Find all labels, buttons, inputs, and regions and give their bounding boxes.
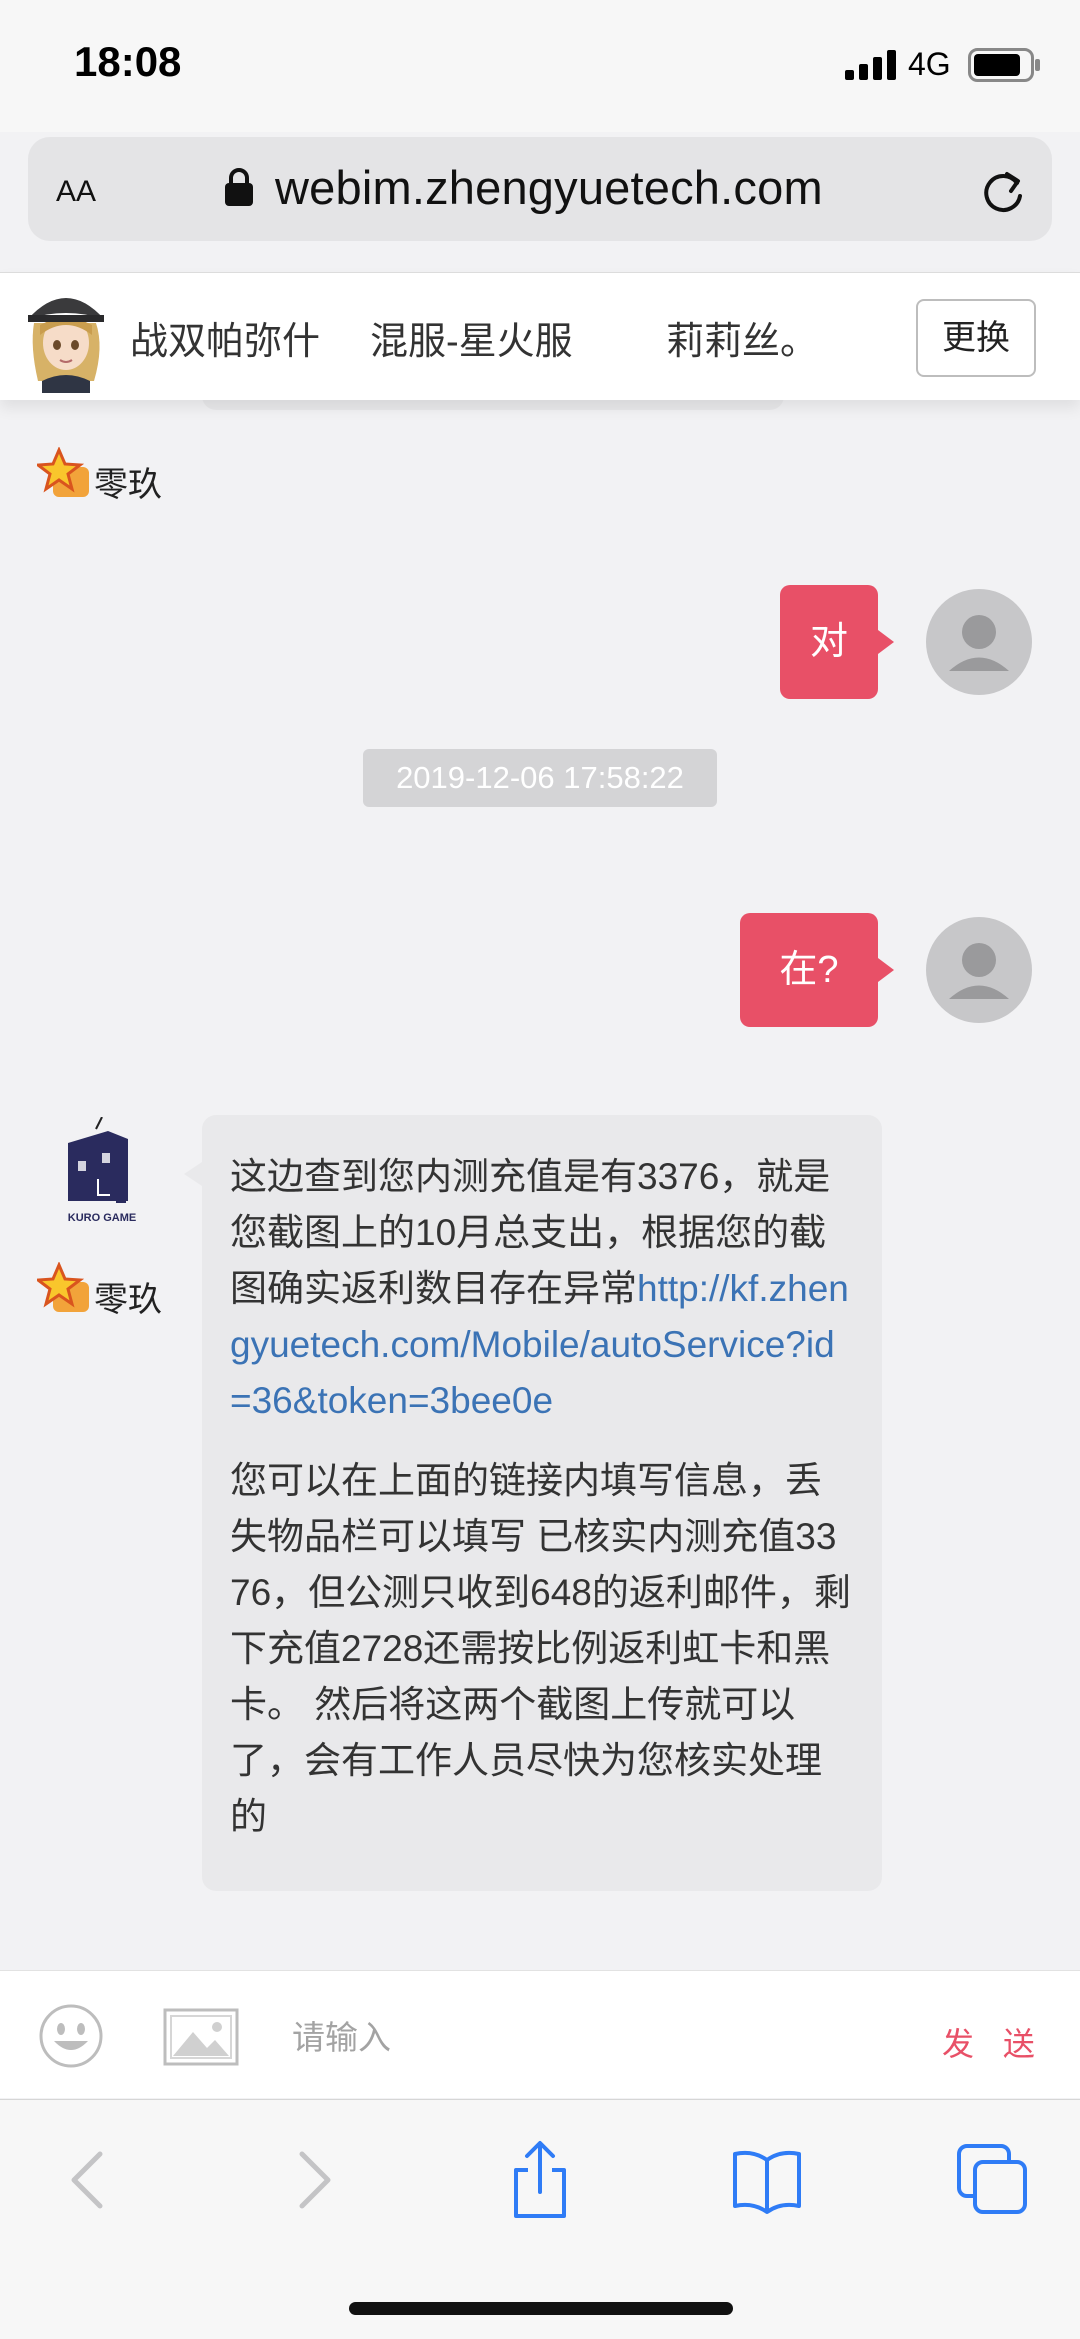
message-input[interactable] bbox=[292, 2010, 852, 2066]
user-avatar bbox=[926, 589, 1032, 695]
bubble-tail bbox=[878, 958, 894, 982]
network-label: 4G bbox=[908, 46, 951, 82]
change-button[interactable]: 更换 bbox=[916, 299, 1036, 377]
bubble-tail bbox=[184, 1162, 202, 1186]
battery-icon bbox=[968, 48, 1042, 87]
user-message-bubble: 在? bbox=[740, 913, 878, 1027]
agent-name: 零玖 bbox=[94, 1281, 162, 1319]
forward-icon[interactable] bbox=[272, 2140, 352, 2220]
send-button[interactable]: 发 送 bbox=[942, 2019, 1045, 2065]
text-size-button[interactable]: AA bbox=[56, 166, 96, 211]
emoji-icon[interactable] bbox=[38, 2003, 104, 2074]
message-timestamp: 2019-12-06 17:58:22 bbox=[363, 749, 717, 807]
agent-message-paragraph: 这边查到您内测充值是有3376，就是您截图上的10月总支出，根据您的截图确实返利… bbox=[230, 1149, 854, 1429]
share-icon[interactable] bbox=[500, 2140, 580, 2220]
user-avatar bbox=[926, 917, 1032, 1023]
agent-message-bubble: 这边查到您内测充值是有3376，就是您截图上的10月总支出，根据您的截图确实返利… bbox=[202, 1115, 882, 1891]
agent-message-paragraph: 您可以在上面的链接内填写信息，丢失物品栏可以填写 已核实内测充值3376，但公测… bbox=[230, 1460, 851, 1837]
signal-bars-icon bbox=[845, 50, 897, 85]
reload-icon[interactable] bbox=[978, 166, 1028, 221]
status-time: 18:08 bbox=[74, 38, 182, 85]
kuro-game-logo: KURO GAME bbox=[58, 1116, 146, 1227]
game-tab-1[interactable]: 战双帕弥什 bbox=[130, 310, 320, 365]
game-tab-2[interactable]: 混服-星火服 bbox=[370, 310, 573, 365]
user-message-bubble: 对 bbox=[780, 585, 878, 699]
tabs-icon[interactable] bbox=[953, 2140, 1033, 2220]
bookmarks-icon[interactable] bbox=[727, 2140, 807, 2220]
star-badge-icon bbox=[33, 446, 91, 501]
url-text[interactable]: webim.zhengyuetech.com bbox=[275, 160, 823, 215]
game-tab-3[interactable]: 莉莉丝。 bbox=[666, 310, 818, 365]
image-upload-icon[interactable] bbox=[163, 2008, 239, 2071]
agent-name: 零玖 bbox=[94, 466, 162, 504]
game-avatar bbox=[20, 285, 112, 393]
star-badge-icon bbox=[33, 1261, 91, 1316]
svg-text:KURO GAME: KURO GAME bbox=[68, 1212, 136, 1224]
text-size-label: AA bbox=[56, 175, 97, 208]
user-message-text: 在? bbox=[779, 949, 839, 991]
bubble-tail bbox=[878, 630, 894, 654]
back-icon[interactable] bbox=[50, 2140, 130, 2220]
user-message-text: 对 bbox=[809, 621, 848, 663]
lock-icon bbox=[225, 168, 253, 211]
home-indicator[interactable] bbox=[349, 2302, 733, 2315]
